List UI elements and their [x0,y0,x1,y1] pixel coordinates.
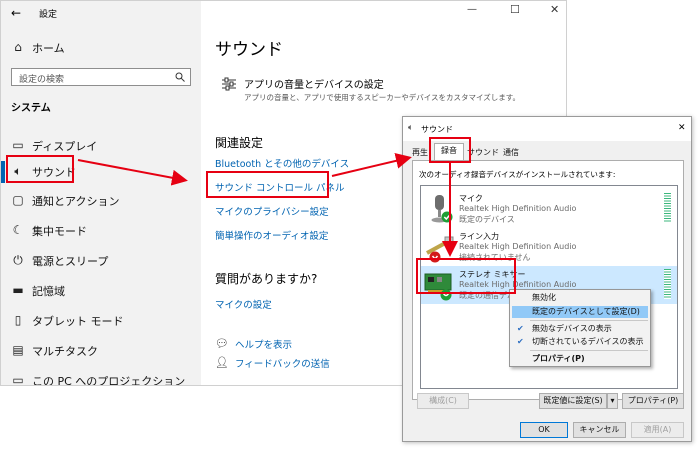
arrow-to-control-panel [77,159,188,186]
annotation-arrows [77,152,458,257]
arrow-to-dialog [331,152,412,177]
